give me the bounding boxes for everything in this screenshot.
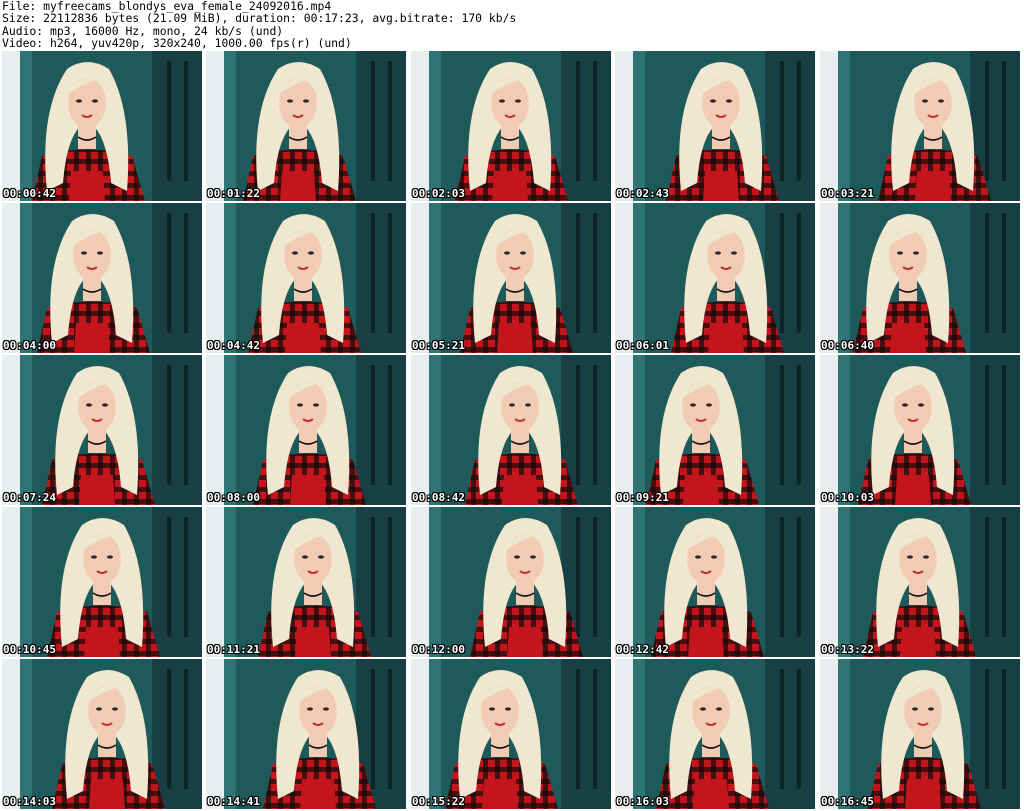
thumbnail-frame: 00:12:42: [615, 507, 815, 657]
thumbnail-frame: 00:05:21: [411, 203, 611, 353]
video-frame-image: [206, 507, 406, 657]
thumbnail-frame: 00:04:42: [206, 203, 406, 353]
frame-timestamp: 00:15:22: [412, 795, 465, 808]
video-frame-image: [411, 203, 611, 353]
frame-timestamp: 00:11:21: [207, 643, 260, 656]
thumbnail-frame: 00:13:22: [820, 507, 1020, 657]
video-frame-image: [820, 203, 1020, 353]
video-frame-image: [820, 507, 1020, 657]
frame-timestamp: 00:16:45: [821, 795, 874, 808]
thumbnail-frame: 00:12:00: [411, 507, 611, 657]
frame-timestamp: 00:16:03: [616, 795, 669, 808]
video-frame-image: [615, 507, 815, 657]
frame-timestamp: 00:00:42: [3, 187, 56, 200]
frame-timestamp: 00:04:00: [3, 339, 56, 352]
thumbnail-grid: 00:00:42 00:01:22 00:02:03 00:02:43 00:03:21…: [2, 51, 1022, 811]
frame-timestamp: 00:03:21: [821, 187, 874, 200]
frame-timestamp: 00:01:22: [207, 187, 260, 200]
thumbnail-frame: 00:06:40: [820, 203, 1020, 353]
video-frame-image: [411, 355, 611, 505]
video-frame-image: [2, 659, 202, 809]
video-frame-image: [206, 203, 406, 353]
thumbnail-frame: 00:11:21: [206, 507, 406, 657]
thumbnail-frame: 00:08:42: [411, 355, 611, 505]
frame-timestamp: 00:06:40: [821, 339, 874, 352]
frame-timestamp: 00:10:45: [3, 643, 56, 656]
video-frame-image: [2, 203, 202, 353]
video-frame-image: [2, 355, 202, 505]
frame-timestamp: 00:04:42: [207, 339, 260, 352]
thumbnail-frame: 00:08:00: [206, 355, 406, 505]
frame-timestamp: 00:14:41: [207, 795, 260, 808]
frame-timestamp: 00:05:21: [412, 339, 465, 352]
thumbnail-frame: 00:04:00: [2, 203, 202, 353]
thumbnail-frame: 00:16:45: [820, 659, 1020, 809]
frame-timestamp: 00:08:42: [412, 491, 465, 504]
frame-timestamp: 00:06:01: [616, 339, 669, 352]
thumbnail-frame: 00:09:21: [615, 355, 815, 505]
thumbnail-frame: 00:10:03: [820, 355, 1020, 505]
video-frame-image: [2, 51, 202, 201]
frame-timestamp: 00:07:24: [3, 491, 56, 504]
thumbnail-frame: 00:14:41: [206, 659, 406, 809]
video-frame-image: [206, 659, 406, 809]
thumbnail-frame: 00:15:22: [411, 659, 611, 809]
video-frame-image: [206, 51, 406, 201]
thumbnail-frame: 00:00:42: [2, 51, 202, 201]
thumbnail-frame: 00:02:43: [615, 51, 815, 201]
video-frame-image: [820, 51, 1020, 201]
video-frame-image: [2, 507, 202, 657]
frame-timestamp: 00:08:00: [207, 491, 260, 504]
thumbnail-frame: 00:01:22: [206, 51, 406, 201]
video-frame-image: [411, 51, 611, 201]
frame-timestamp: 00:14:03: [3, 795, 56, 808]
video-frame-image: [411, 659, 611, 809]
video-frame-image: [615, 659, 815, 809]
video-info-line: Video: h264, yuv420p, 320x240, 1000.00 f…: [2, 35, 352, 50]
video-frame-image: [820, 355, 1020, 505]
frame-timestamp: 00:02:43: [616, 187, 669, 200]
video-frame-image: [206, 355, 406, 505]
frame-timestamp: 00:12:42: [616, 643, 669, 656]
thumbnail-frame: 00:10:45: [2, 507, 202, 657]
video-frame-image: [411, 507, 611, 657]
frame-timestamp: 00:10:03: [821, 491, 874, 504]
video-frame-image: [615, 51, 815, 201]
video-frame-image: [615, 355, 815, 505]
thumbnail-frame: 00:14:03: [2, 659, 202, 809]
thumbnail-frame: 00:16:03: [615, 659, 815, 809]
thumbnail-frame: 00:02:03: [411, 51, 611, 201]
frame-timestamp: 00:12:00: [412, 643, 465, 656]
frame-timestamp: 00:13:22: [821, 643, 874, 656]
file-size-line: Size: 22112836 bytes (21.09 MiB), durati…: [2, 11, 517, 26]
thumbnail-frame: 00:07:24: [2, 355, 202, 505]
thumbnail-frame: 00:06:01: [615, 203, 815, 353]
video-frame-image: [820, 659, 1020, 809]
frame-timestamp: 00:02:03: [412, 187, 465, 200]
frame-timestamp: 00:09:21: [616, 491, 669, 504]
file-info-header: File: myfreecams_blondys_eva_female_2409…: [2, 0, 1022, 50]
video-frame-image: [615, 203, 815, 353]
thumbnail-frame: 00:03:21: [820, 51, 1020, 201]
